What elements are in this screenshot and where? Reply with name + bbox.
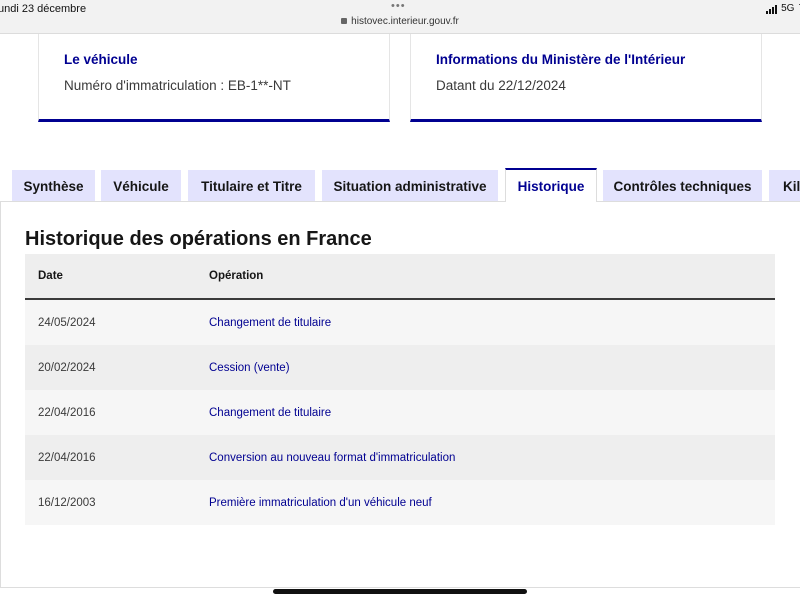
- address-bar[interactable]: histovec.interieur.gouv.fr: [0, 16, 800, 27]
- tab-historique[interactable]: Historique: [505, 168, 597, 202]
- row-operation-link[interactable]: Changement de titulaire: [209, 407, 331, 419]
- row-date: 16/12/2003: [38, 497, 96, 509]
- row-date: 22/04/2016: [38, 407, 96, 419]
- status-indicators: 5G 7: [766, 3, 800, 14]
- history-title: Historique des opérations en France: [25, 228, 372, 250]
- tab-list: Synthèse Véhicule Titulaire et Titre Sit…: [0, 166, 800, 202]
- table-row: 22/04/2016 Conversion au nouveau format …: [25, 435, 775, 480]
- row-operation-link[interactable]: Conversion au nouveau format d'immatricu…: [209, 452, 455, 464]
- network-label: 5G: [781, 3, 795, 14]
- column-header-operation: Opération: [209, 270, 264, 282]
- signal-icon: [766, 5, 778, 14]
- ministry-card: Informations du Ministère de l'Intérieur…: [410, 34, 762, 122]
- tab-vehicule[interactable]: Véhicule: [101, 170, 181, 202]
- table-header: Date Opération: [25, 254, 775, 300]
- status-date: undi 23 décembre: [0, 3, 87, 15]
- row-date: 20/02/2024: [38, 362, 96, 374]
- lock-icon: [341, 18, 348, 24]
- tab-kilometrage[interactable]: Kilométrage: [769, 170, 800, 202]
- vehicle-card-title: Le véhicule: [64, 52, 138, 67]
- vehicle-card: Le véhicule Numéro d'immatriculation : E…: [38, 34, 390, 122]
- row-operation-link[interactable]: Changement de titulaire: [209, 317, 331, 329]
- table-row: 22/04/2016 Changement de titulaire: [25, 390, 775, 435]
- url-text: histovec.interieur.gouv.fr: [351, 16, 459, 27]
- row-date: 22/04/2016: [38, 452, 96, 464]
- row-operation-link[interactable]: Cession (vente): [209, 362, 290, 374]
- tab-controles-techniques[interactable]: Contrôles techniques: [603, 170, 762, 202]
- history-table: Date Opération 24/05/2024 Changement de …: [25, 254, 775, 525]
- table-row: 20/02/2024 Cession (vente): [25, 345, 775, 390]
- home-indicator[interactable]: [273, 589, 527, 594]
- table-row: 16/12/2003 Première immatriculation d'un…: [25, 480, 775, 525]
- tab-synthese[interactable]: Synthèse: [12, 170, 95, 202]
- registration-number: Numéro d'immatriculation : EB-1**-NT: [64, 78, 291, 93]
- ministry-card-title: Informations du Ministère de l'Intérieur: [436, 52, 686, 67]
- data-date: Datant du 22/12/2024: [436, 78, 566, 93]
- row-date: 24/05/2024: [38, 317, 96, 329]
- tab-situation-administrative[interactable]: Situation administrative: [322, 170, 498, 202]
- column-header-date: Date: [38, 270, 63, 282]
- table-row: 24/05/2024 Changement de titulaire: [25, 300, 775, 345]
- status-bar: undi 23 décembre ••• histovec.interieur.…: [0, 0, 800, 34]
- more-dots-icon[interactable]: •••: [391, 0, 406, 12]
- row-operation-link[interactable]: Première immatriculation d'un véhicule n…: [209, 497, 432, 509]
- tab-titulaire-titre[interactable]: Titulaire et Titre: [188, 170, 315, 202]
